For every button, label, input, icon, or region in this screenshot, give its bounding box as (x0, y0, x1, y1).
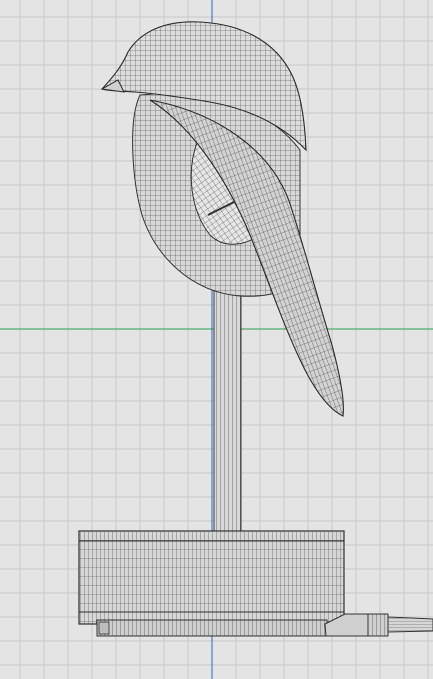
stand-pole[interactable] (213, 282, 242, 535)
round-base[interactable] (78, 530, 345, 637)
wireframe-scene[interactable] (0, 0, 433, 679)
3d-viewport[interactable] (0, 0, 433, 679)
